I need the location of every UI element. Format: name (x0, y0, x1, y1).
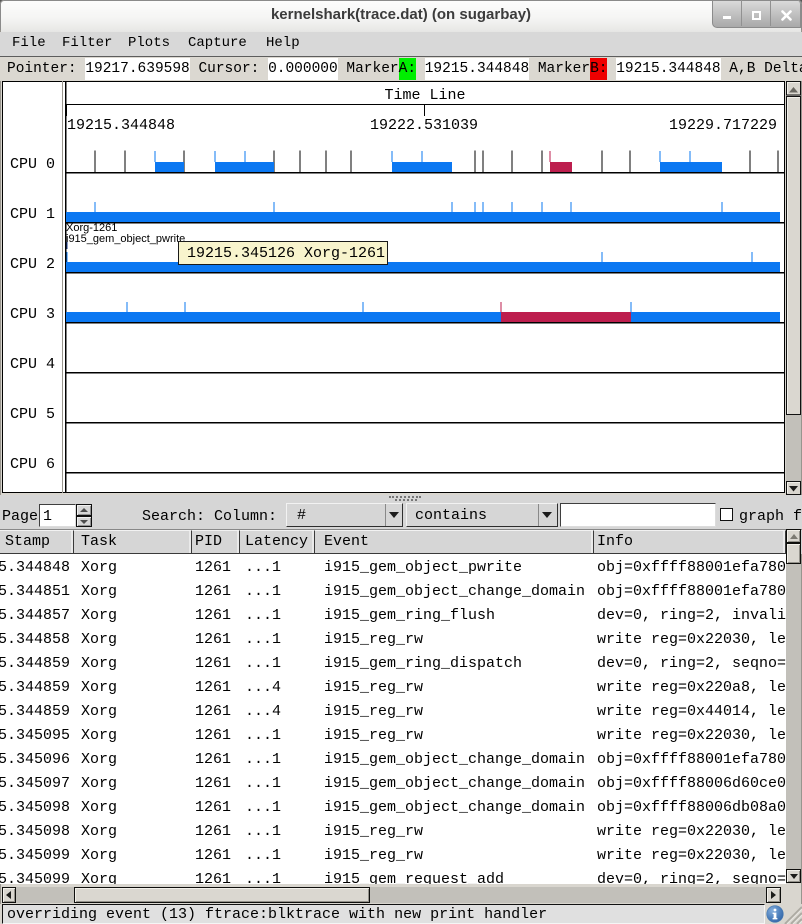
svg-text:19222.531039: 19222.531039 (370, 117, 478, 134)
svg-text:19229.717229: 19229.717229 (669, 117, 777, 134)
svg-text:CPU 5: CPU 5 (10, 406, 55, 423)
svg-text:CPU 1: CPU 1 (10, 206, 55, 223)
svg-text:Time Line: Time Line (384, 87, 465, 104)
svg-text:CPU 0: CPU 0 (10, 156, 55, 173)
svg-text:CPU 2: CPU 2 (10, 256, 55, 273)
svg-text:19215.344848: 19215.344848 (67, 117, 175, 134)
svg-text:CPU 4: CPU 4 (10, 356, 55, 373)
svg-text:CPU 3: CPU 3 (10, 306, 55, 323)
svg-text:CPU 6: CPU 6 (10, 456, 55, 473)
